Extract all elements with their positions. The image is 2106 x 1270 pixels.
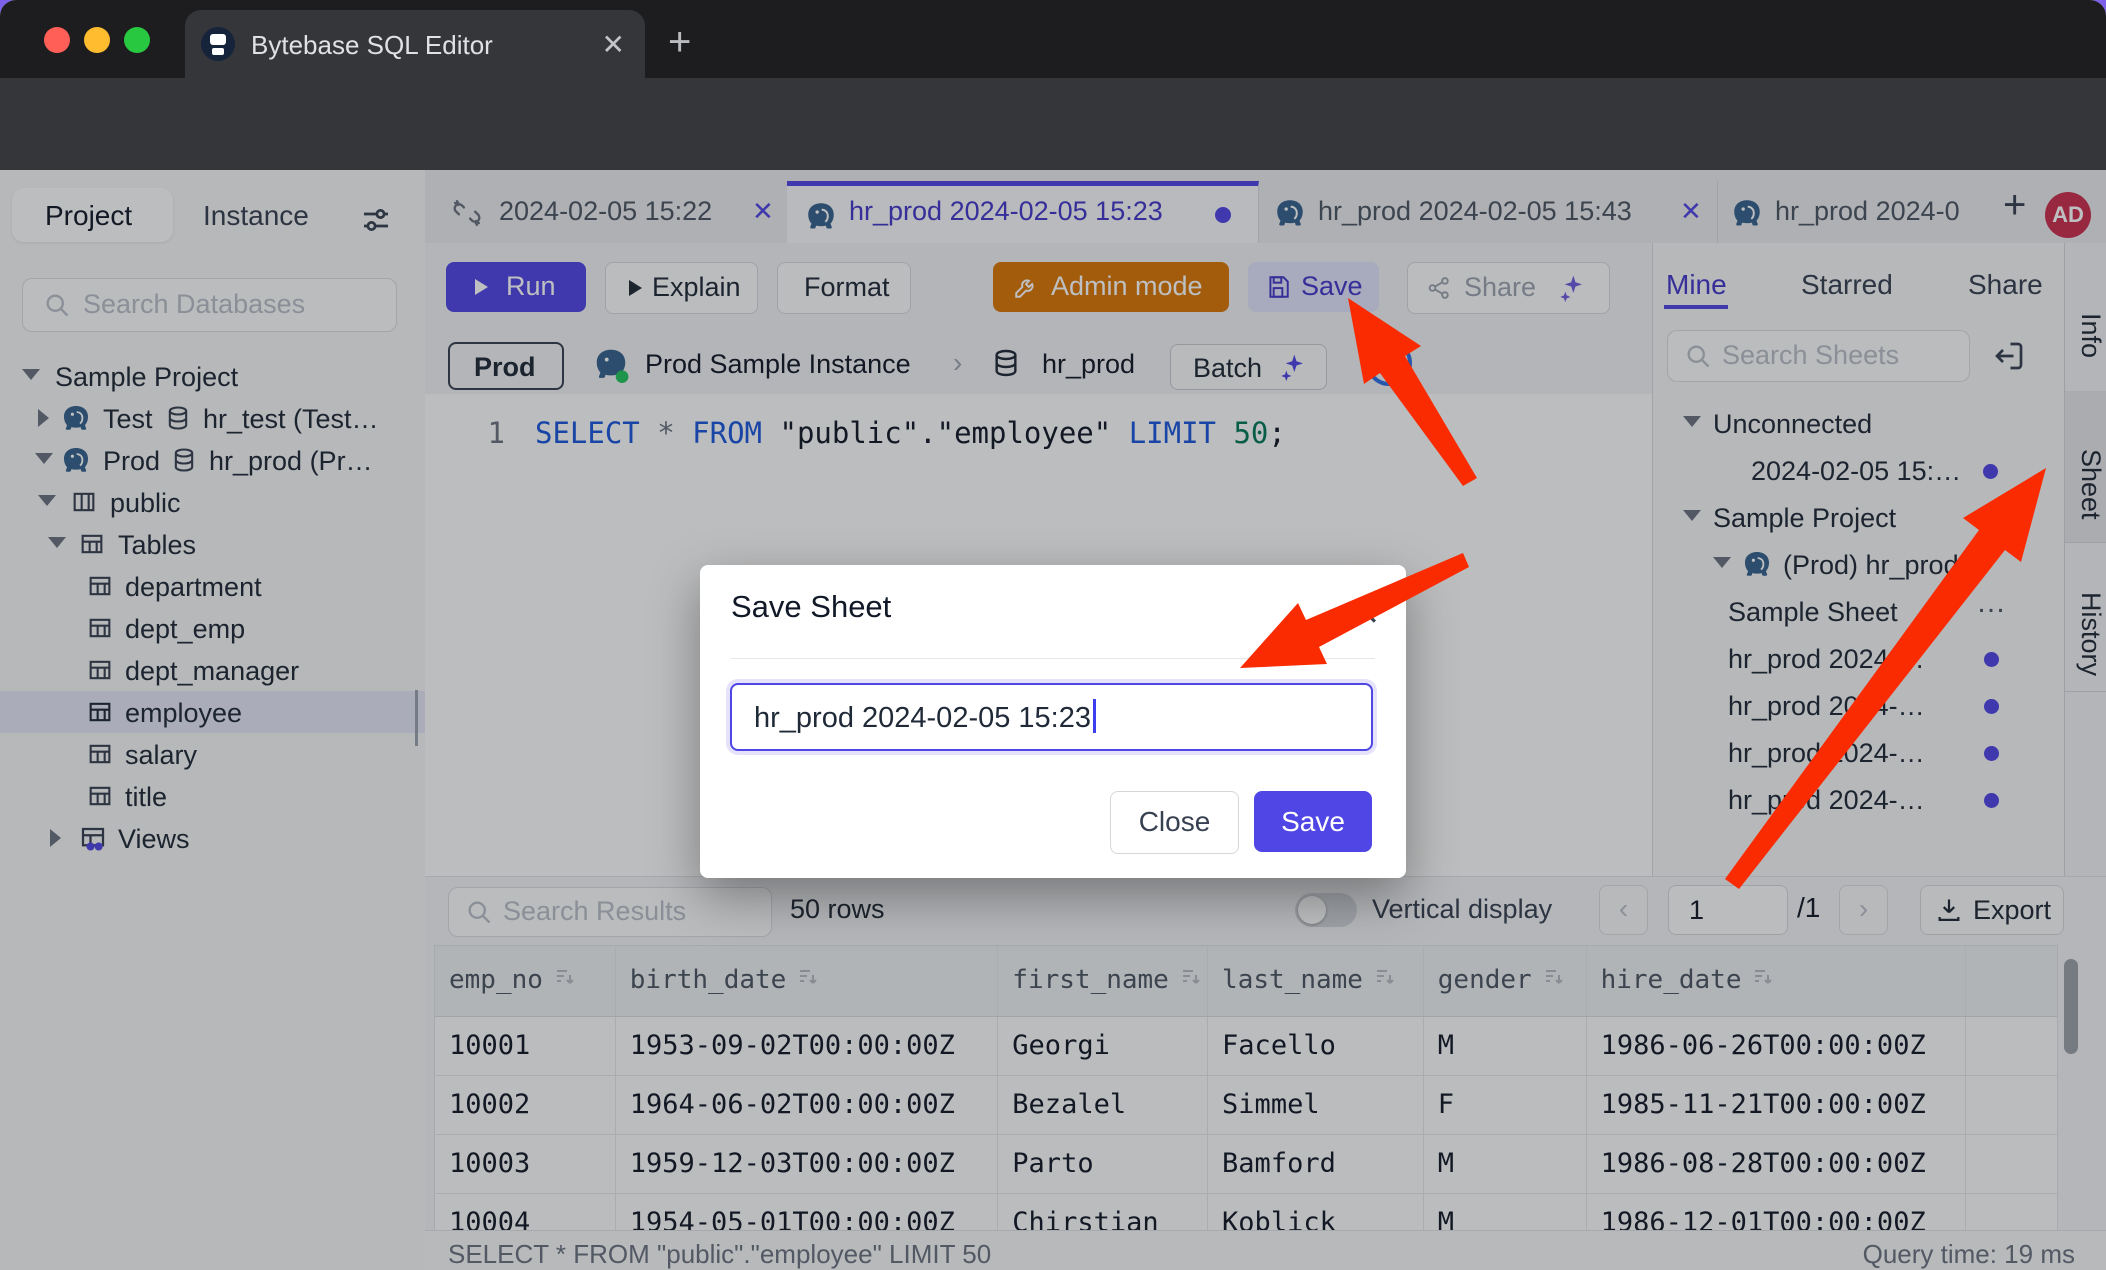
close-button[interactable]: Close xyxy=(1110,791,1239,854)
save-confirm-button[interactable]: Save xyxy=(1254,791,1372,852)
dialog-close-icon[interactable]: ✕ xyxy=(1353,595,1380,633)
bytebase-favicon-icon xyxy=(201,27,235,61)
browser-tab-bar: Bytebase SQL Editor ✕ + xyxy=(0,0,2106,78)
traffic-zoom-button[interactable] xyxy=(124,27,150,53)
bytebase-sql-editor: Project Instance Search Databases Sample… xyxy=(0,170,2106,1270)
traffic-close-button[interactable] xyxy=(44,27,70,53)
traffic-minimize-button[interactable] xyxy=(84,27,110,53)
browser-tab-title: Bytebase SQL Editor xyxy=(251,30,493,61)
text-cursor xyxy=(1093,699,1096,733)
browser-window: Bytebase SQL Editor ✕ + localhost:8080/s… xyxy=(0,0,2106,1270)
browser-tab[interactable]: Bytebase SQL Editor ✕ xyxy=(185,10,645,78)
new-tab-button[interactable]: + xyxy=(668,20,691,65)
save-sheet-dialog: Save Sheet ✕ hr_prod 2024-02-05 15:23 Cl… xyxy=(700,565,1406,878)
dialog-divider xyxy=(731,658,1375,659)
browser-toolbar: localhost:8080/sql-editor/prod-sample-in… xyxy=(0,78,2106,171)
dialog-title: Save Sheet xyxy=(731,589,891,625)
sheet-name-value: hr_prod 2024-02-05 15:23 xyxy=(754,702,1091,734)
tab-close-icon[interactable]: ✕ xyxy=(602,28,625,61)
sheet-name-input[interactable]: hr_prod 2024-02-05 15:23 xyxy=(730,683,1373,751)
